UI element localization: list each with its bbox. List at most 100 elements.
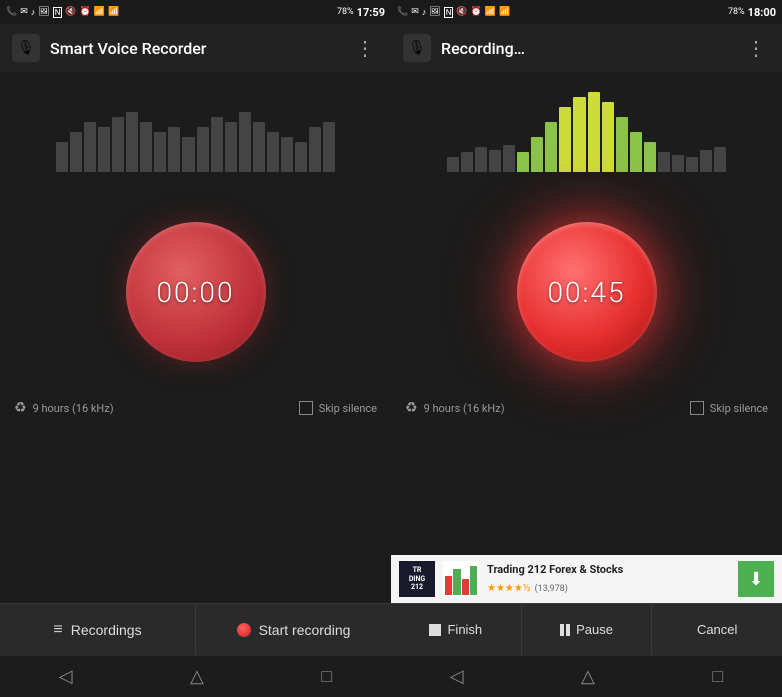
battery-percent-left: 78% xyxy=(337,7,354,17)
left-main-content: 00:00 ♻ 9 hours (16 kHz) Skip silence xyxy=(0,72,391,603)
right-eq-bar-19 xyxy=(714,147,726,172)
left-menu-dots[interactable]: ⋮ xyxy=(351,32,379,64)
ad-logo-line3: 212 xyxy=(409,583,425,591)
ad-download-button[interactable]: ⬇ xyxy=(738,561,774,597)
right-equalizer xyxy=(447,92,727,172)
pause-bar-2 xyxy=(566,624,570,636)
left-app-header: 🎙 Smart Voice Recorder ⋮ xyxy=(0,24,391,72)
ad-chart xyxy=(443,561,479,597)
left-skip-silence: Skip silence xyxy=(299,401,377,415)
left-app-title: Smart Voice Recorder xyxy=(50,39,341,58)
wifi-icon: 📶 xyxy=(94,7,105,17)
r-storage-icon: ♻ xyxy=(405,400,418,416)
right-eq-bar-0 xyxy=(447,157,459,172)
left-record-button[interactable]: 00:00 xyxy=(126,222,266,362)
left-equalizer xyxy=(56,92,336,172)
recordings-button[interactable]: ≡ Recordings xyxy=(0,604,196,655)
right-eq-bar-13 xyxy=(630,132,642,172)
pause-button[interactable]: Pause xyxy=(522,604,653,655)
right-eq-bar-15 xyxy=(658,152,670,172)
start-recording-button[interactable]: Start recording xyxy=(196,604,391,655)
ad-stars: ★★★★½ xyxy=(487,583,531,594)
finish-label: Finish xyxy=(447,622,482,637)
right-menu-dots[interactable]: ⋮ xyxy=(742,32,770,64)
left-nav-bar: ◁ △ □ xyxy=(0,655,391,697)
nfc-icon: N xyxy=(53,7,63,18)
left-eq-bar-0 xyxy=(56,142,68,172)
r-phone-icon: 📞 xyxy=(397,7,408,17)
left-storage-text: 9 hours (16 kHz) xyxy=(33,402,114,415)
left-eq-bar-15 xyxy=(267,132,279,172)
left-phone-panel: 📞 ✉ ♪ 🖼 N 🔇 ⏰ 📶 📶 78% 17:59 🎙 Smart Voic… xyxy=(0,0,391,697)
ad-banner: TR DING 212 Trading 212 Forex & Stocks ★… xyxy=(391,555,782,603)
r-signal-icon: 📶 xyxy=(499,7,510,17)
left-action-bar: ≡ Recordings Start recording xyxy=(0,603,391,655)
right-eq-bar-10 xyxy=(588,92,600,172)
r-message-icon: ✉ xyxy=(411,7,419,17)
cancel-button[interactable]: Cancel xyxy=(652,604,782,655)
left-eq-bar-10 xyxy=(197,127,209,172)
pause-bar-1 xyxy=(560,624,564,636)
r-nfc-icon: N xyxy=(444,7,454,18)
left-eq-bar-8 xyxy=(168,127,180,172)
left-eq-bar-18 xyxy=(309,127,321,172)
ad-chart-bar-3 xyxy=(462,579,469,595)
stop-icon xyxy=(429,624,441,636)
right-home-btn[interactable]: △ xyxy=(561,658,615,695)
right-time: 18:00 xyxy=(748,6,776,19)
left-eq-bar-6 xyxy=(140,122,152,172)
right-eq-bar-2 xyxy=(475,147,487,172)
left-home-btn[interactable]: △ xyxy=(170,658,224,695)
r-image-icon: 🖼 xyxy=(429,7,440,17)
left-eq-bar-19 xyxy=(323,122,335,172)
ad-reviews: (13,978) xyxy=(535,584,568,594)
r-skip-silence-checkbox[interactable] xyxy=(690,401,704,415)
right-storage-text: 9 hours (16 kHz) xyxy=(424,402,505,415)
ad-chart-bar-2 xyxy=(453,569,460,595)
right-eq-bar-4 xyxy=(503,145,515,173)
skip-silence-checkbox[interactable] xyxy=(299,401,313,415)
r-location-icon: ♪ xyxy=(422,7,427,18)
alarm-icon: ⏰ xyxy=(80,7,91,17)
storage-icon: ♻ xyxy=(14,400,27,416)
right-eq-bar-6 xyxy=(531,137,543,172)
location-icon: ♪ xyxy=(31,7,36,18)
finish-button[interactable]: Finish xyxy=(391,604,522,655)
mute-icon: 🔇 xyxy=(65,7,76,17)
right-status-right: 78% 18:00 xyxy=(728,6,776,19)
left-eq-bar-16 xyxy=(281,137,293,172)
r-skip-silence-label: Skip silence xyxy=(710,402,768,415)
right-back-btn[interactable]: ◁ xyxy=(430,658,484,695)
right-eq-bar-18 xyxy=(700,150,712,173)
right-eq-bar-16 xyxy=(672,155,684,173)
left-eq-bar-5 xyxy=(126,112,138,172)
right-mic-icon: 🎙 xyxy=(403,34,431,62)
right-app-header: 🎙 Recording… ⋮ xyxy=(391,24,782,72)
skip-silence-label: Skip silence xyxy=(319,402,377,415)
right-storage-info: ♻ 9 hours (16 kHz) xyxy=(405,400,505,416)
cancel-label: Cancel xyxy=(697,622,737,637)
left-recents-btn[interactable]: □ xyxy=(301,658,352,695)
right-eq-bar-11 xyxy=(602,102,614,172)
right-skip-silence: Skip silence xyxy=(690,401,768,415)
left-status-bar: 📞 ✉ ♪ 🖼 N 🔇 ⏰ 📶 📶 78% 17:59 xyxy=(0,0,391,24)
battery-percent-right: 78% xyxy=(728,7,745,17)
ad-rating-row: ★★★★½ (13,978) xyxy=(487,576,730,595)
left-eq-bar-2 xyxy=(84,122,96,172)
right-eq-bar-7 xyxy=(545,122,557,172)
left-status-icons: 📞 ✉ ♪ 🖼 N 🔇 ⏰ 📶 📶 xyxy=(6,7,119,18)
ad-chart-bar-1 xyxy=(445,576,452,595)
right-recents-btn[interactable]: □ xyxy=(692,658,743,695)
pause-icon xyxy=(560,624,570,636)
left-back-btn[interactable]: ◁ xyxy=(39,658,93,695)
left-storage-info: ♻ 9 hours (16 kHz) xyxy=(14,400,114,416)
right-nav-bar: ◁ △ □ xyxy=(391,655,782,697)
right-eq-bar-14 xyxy=(644,142,656,172)
right-eq-bar-3 xyxy=(489,150,501,173)
r-wifi-icon: 📶 xyxy=(485,7,496,17)
image-icon: 🖼 xyxy=(38,7,49,17)
right-record-button[interactable]: 00:45 xyxy=(517,222,657,362)
left-eq-bar-11 xyxy=(211,117,223,172)
r-mute-icon: 🔇 xyxy=(456,7,467,17)
left-eq-bar-13 xyxy=(239,112,251,172)
